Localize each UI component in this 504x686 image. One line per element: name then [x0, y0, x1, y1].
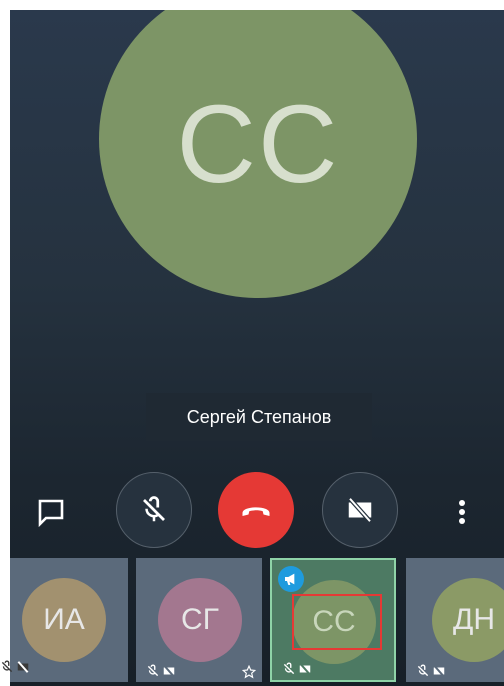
call-controls: [10, 472, 504, 552]
hang-up-icon: [242, 507, 270, 516]
participant-initials: СГ: [181, 603, 219, 636]
mic-off-icon: [1, 660, 13, 673]
highlight-box: [292, 594, 382, 650]
more-options-button[interactable]: [450, 492, 474, 532]
participant-tile-active[interactable]: СС: [270, 558, 396, 682]
mic-off-icon: [283, 662, 295, 675]
video-toggle-button[interactable]: [322, 472, 398, 548]
video-off-icon: [348, 497, 372, 523]
mic-off-icon: [143, 496, 165, 522]
video-off-icon: [299, 663, 311, 675]
chat-icon: [38, 499, 64, 528]
participant-status-icons: [416, 664, 446, 678]
mic-off-icon: [417, 664, 429, 677]
more-vertical-icon: [459, 500, 465, 524]
mic-off-icon: [147, 664, 159, 677]
chat-button[interactable]: [33, 494, 69, 530]
speaker-name: Сергей Степанов: [186, 406, 332, 427]
participant-initials: ИА: [43, 603, 85, 636]
video-off-icon: [163, 665, 175, 677]
participant-avatar: СГ: [158, 578, 242, 662]
participant-status-icons: [0, 660, 30, 674]
main-speaker-avatar: СС: [99, 10, 417, 298]
participant-avatar: ИА: [22, 578, 106, 662]
participant-initials: ДН: [453, 603, 495, 636]
megaphone-icon: [285, 573, 295, 585]
participant-avatar: ДН: [432, 578, 504, 662]
speaker-name-label: Сергей Степанов: [146, 393, 372, 441]
participant-tile[interactable]: ДН: [406, 558, 504, 682]
participant-status-icons: [282, 662, 312, 676]
star-icon[interactable]: [242, 665, 256, 679]
main-speaker-initials: СС: [176, 82, 340, 206]
call-screen: СС Сергей Степанов ИА СГ СС ДН: [10, 10, 504, 686]
participant-tile[interactable]: СГ: [136, 558, 262, 682]
speaker-badge: [278, 566, 304, 592]
participant-status-icons: [146, 664, 176, 678]
video-off-icon: [433, 665, 445, 677]
hang-up-button[interactable]: [218, 472, 294, 548]
participants-strip: ИА СГ СС ДН: [10, 558, 504, 686]
mute-button[interactable]: [116, 472, 192, 548]
video-off-icon: [17, 661, 29, 673]
